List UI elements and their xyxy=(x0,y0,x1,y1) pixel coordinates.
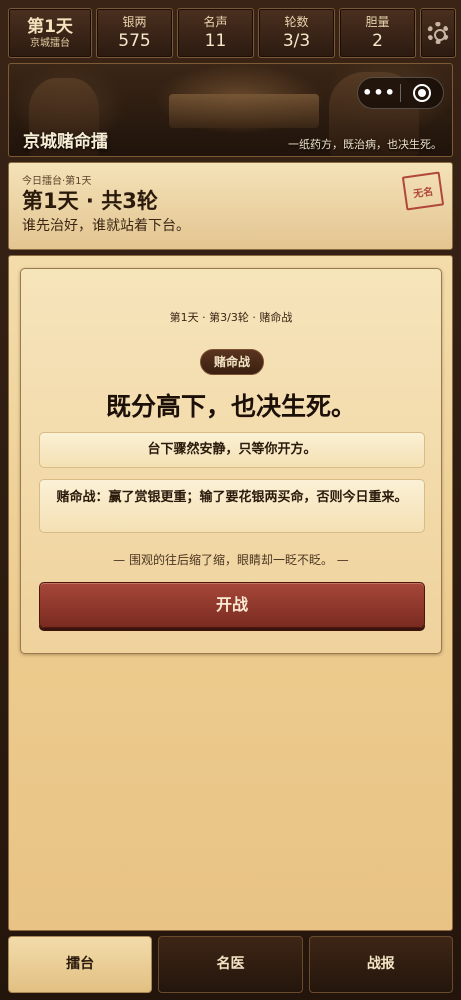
gear-icon xyxy=(427,22,449,44)
rules-note: 赌命战：赢了赏银更重；输了要花银两买命，否则今日重来。 xyxy=(39,479,425,533)
close-miniapp-button[interactable] xyxy=(401,84,443,102)
crowd-reaction: — 围观的往后缩了缩，眼睛却一眨不眨。 — xyxy=(113,553,349,567)
silver-value: 575 xyxy=(118,31,151,51)
silver-stat: 银两 575 xyxy=(96,8,173,58)
courage-label: 胆量 xyxy=(365,15,390,29)
stat-bar: 第1天 京城擂台 银两 575 名声 11 轮数 3/3 胆量 2 xyxy=(8,8,456,58)
arena-banner: 京城赌命擂 一纸药方，既治病，也决生死。 ••• xyxy=(8,63,453,157)
fame-value: 11 xyxy=(204,31,227,51)
courage-stat: 胆量 2 xyxy=(339,8,416,58)
tab-doctors[interactable]: 名医 xyxy=(158,936,303,993)
day-panel: 今日擂台·第1天 第1天 · 共3轮 谁先治好，谁就站着下台。 无名 xyxy=(8,162,453,250)
location-label: 京城擂台 xyxy=(30,37,70,49)
banner-title: 京城赌命擂 xyxy=(23,132,108,152)
round-info: 第1天 · 第3/3轮 · 赌命战 xyxy=(169,311,293,324)
rounds-stat: 轮数 3/3 xyxy=(258,8,335,58)
rank-seal: 无名 xyxy=(401,171,445,211)
more-menu-button[interactable]: ••• xyxy=(358,78,400,108)
main-area: 第1天 · 第3/3轮 · 赌命战 赌命战 既分高下，也决生死。 台下骤然安静，… xyxy=(8,255,453,931)
miniapp-capsule: ••• xyxy=(357,77,444,109)
app-frame: 第1天 京城擂台 银两 575 名声 11 轮数 3/3 胆量 2 京城赌命擂 … xyxy=(0,0,461,1000)
battle-headline: 既分高下，也决生死。 xyxy=(105,392,356,421)
bottom-tab-bar: 擂台 名医 战报 xyxy=(8,936,453,993)
tab-arena[interactable]: 擂台 xyxy=(8,936,153,993)
banner-patient-bed xyxy=(169,94,319,128)
rounds-value: 3/3 xyxy=(282,31,311,51)
day-motto: 谁先治好，谁就站着下台。 xyxy=(22,218,190,234)
day-label: 第1天 xyxy=(27,16,73,37)
day-heading: 第1天 · 共3轮 xyxy=(22,189,158,213)
battle-type-tag: 赌命战 xyxy=(200,349,264,375)
narration-note: 台下骤然安静，只等你开方。 xyxy=(39,432,425,468)
rounds-label: 轮数 xyxy=(284,15,309,29)
fame-stat: 名声 11 xyxy=(177,8,254,58)
fame-label: 名声 xyxy=(203,15,228,29)
battle-card: 第1天 · 第3/3轮 · 赌命战 赌命战 既分高下，也决生死。 台下骤然安静，… xyxy=(20,268,442,654)
courage-value: 2 xyxy=(372,31,383,51)
settings-button[interactable] xyxy=(420,8,456,58)
banner-subtitle: 一纸药方，既治病，也决生死。 xyxy=(288,138,442,151)
start-battle-button[interactable]: 开战 xyxy=(39,582,425,628)
day-badge: 第1天 京城擂台 xyxy=(8,8,92,58)
close-target-icon xyxy=(413,84,431,102)
tab-reports[interactable]: 战报 xyxy=(308,936,453,993)
silver-label: 银两 xyxy=(122,15,147,29)
